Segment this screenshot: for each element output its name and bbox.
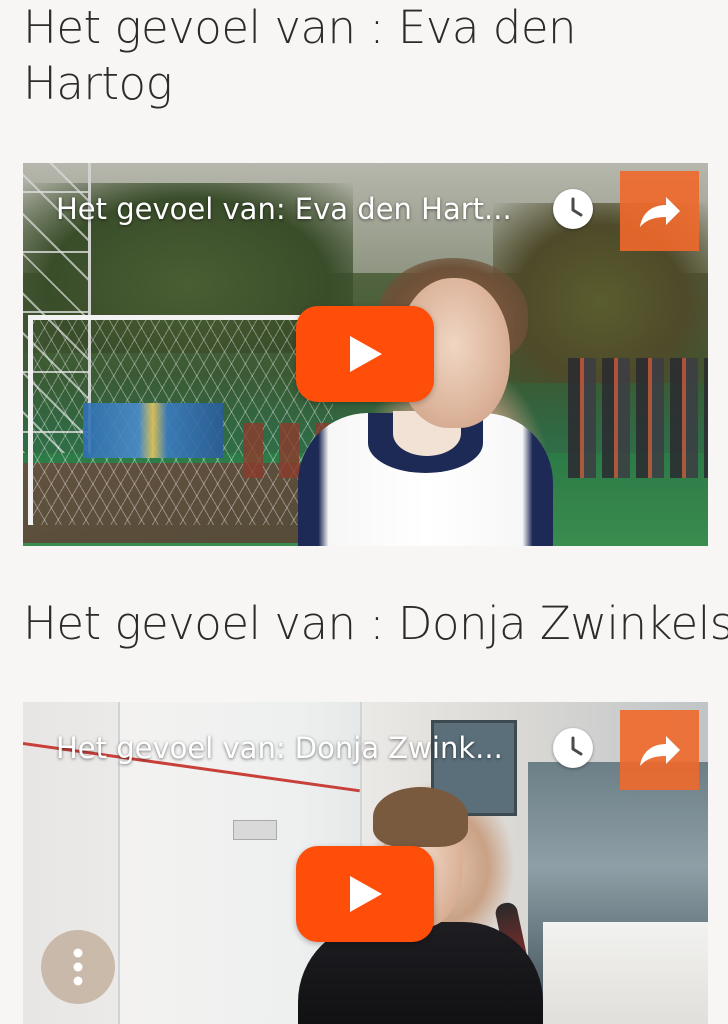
section-title-donja: Het gevoel van : Donja Zwinkels [23, 596, 728, 652]
play-button[interactable] [296, 306, 434, 402]
video-title[interactable]: Het gevoel van: Eva den Hart... [56, 189, 536, 229]
more-vertical-icon [73, 948, 83, 986]
youtube-play-icon [350, 336, 382, 372]
section-title-text: Het gevoel van : Eva den Hartog [23, 1, 577, 110]
video-embed-donja[interactable]: Het gevoel van: Donja Zwink... [23, 702, 708, 1024]
clock-icon [571, 197, 583, 217]
clock-icon [571, 736, 583, 756]
section-title-text: Het gevoel van : Donja Zwinkels [23, 597, 728, 650]
video-thumbnail-counter [543, 922, 708, 1024]
play-button[interactable] [296, 846, 434, 942]
watch-later-button[interactable] [553, 728, 593, 768]
video-thumbnail-hinge [233, 820, 277, 840]
share-button[interactable] [620, 171, 699, 251]
video-thumbnail-player [373, 787, 468, 847]
youtube-play-icon [350, 876, 382, 912]
section-title-eva: Het gevoel van : Eva den Hartog [23, 0, 577, 112]
watch-later-button[interactable] [553, 189, 593, 229]
section-title-line: Hartog [23, 57, 173, 110]
section-title-line: Het gevoel van : Eva den [23, 1, 577, 54]
share-arrow-icon [640, 197, 680, 227]
video-embed-eva[interactable]: Het gevoel van: Eva den Hart... [23, 163, 708, 546]
floating-menu-button[interactable] [41, 930, 115, 1004]
share-arrow-icon [640, 736, 680, 766]
share-button[interactable] [620, 710, 699, 790]
video-title[interactable]: Het gevoel van: Donja Zwink... [56, 728, 536, 768]
page: Het gevoel van : Eva den Hartog Het gevoe… [0, 0, 728, 1024]
video-thumbnail-crowd [568, 358, 708, 478]
video-thumbnail-banner [83, 403, 223, 458]
